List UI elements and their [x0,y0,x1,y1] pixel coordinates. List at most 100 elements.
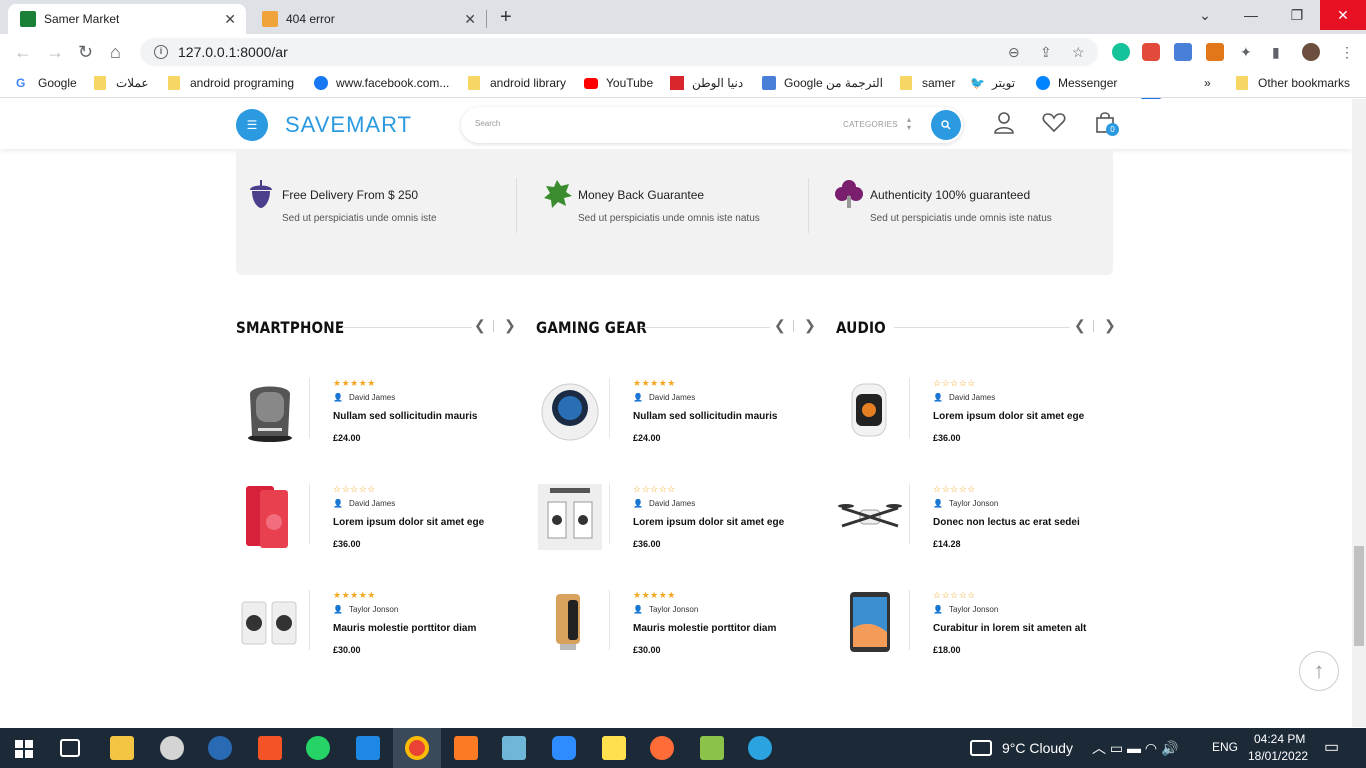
user-account-icon[interactable] [993,111,1015,135]
carousel-prev-icon[interactable]: ❮ [474,317,486,334]
forward-icon[interactable]: → [46,42,64,63]
telegram-icon[interactable] [748,736,772,760]
side-panel-icon[interactable]: ▮ [1272,44,1280,61]
profile-avatar[interactable] [1302,43,1320,61]
speed-extension-icon[interactable] [1142,43,1160,61]
weather-text[interactable]: 9°C Cloudy [1002,740,1073,756]
product-item[interactable]: ★★★★★ 👤 Taylor Jonson Mauris molestie portt… [536,588,814,668]
bookmarks-overflow-icon[interactable]: » [1204,76,1211,90]
product-name[interactable]: Curabitur in lorem sit ameten alt [933,623,1086,634]
bookmark-youtube[interactable]: YouTube [584,76,653,90]
close-tab-icon[interactable]: ✕ [464,11,476,28]
scroll-to-top-button[interactable]: ↑ [1299,651,1339,691]
product-image[interactable] [538,482,602,552]
chrome-icon[interactable] [405,736,429,760]
restore-button[interactable]: ❐ [1274,0,1320,30]
share-icon[interactable]: ⇪ [1040,44,1052,61]
language-indicator[interactable]: ENG [1212,740,1238,754]
store-icon[interactable] [258,736,282,760]
product-image[interactable] [238,376,302,446]
windows-start-icon[interactable] [15,740,33,758]
wishlist-heart-icon[interactable] [1042,111,1066,133]
extensions-puzzle-icon[interactable]: ✦ [1240,44,1252,61]
menu-kebab-icon[interactable]: ⋮ [1340,44,1354,61]
bookmark-google[interactable]: G Google [16,76,77,90]
carousel-next-icon[interactable]: ❯ [1104,317,1116,334]
bookmark-folder[interactable]: android programing [168,76,294,90]
site-logo[interactable]: SAVEMART [285,112,412,138]
close-window-button[interactable]: ✕ [1320,0,1366,30]
zoom-icon[interactable]: ⊖ [1008,44,1020,61]
sticky-notes-icon[interactable] [602,736,626,760]
clock-time[interactable]: 04:24 PM [1254,732,1305,746]
product-item[interactable]: ☆☆☆☆☆ 👤 Taylor Jonson Donec non lectus ac e… [836,482,1114,562]
close-tab-icon[interactable]: ✕ [224,11,236,28]
tab-404-error[interactable]: 404 error ✕ [250,4,486,34]
bookmark-donia-alwatan[interactable]: دنيا الوطن [670,76,743,90]
bookmark-messenger[interactable]: Messenger [1036,76,1117,90]
product-image[interactable] [238,588,302,658]
zoom-icon[interactable] [552,736,576,760]
vscode-icon[interactable] [356,736,380,760]
product-image[interactable] [838,588,902,658]
product-image[interactable] [238,482,302,552]
file-explorer-icon[interactable] [110,736,134,760]
carousel-prev-icon[interactable]: ❮ [1074,317,1086,334]
bookmark-twitter[interactable]: 🐦 تويتر [970,76,1015,90]
paint-icon[interactable] [160,736,184,760]
bookmark-folder[interactable]: عملات [94,76,149,90]
product-item[interactable]: ★★★★★ 👤 David James Nullam sed sollicitudin… [236,376,514,456]
metamask-extension-icon[interactable] [1206,43,1224,61]
bookmark-folder[interactable]: samer [900,76,955,90]
product-item[interactable]: ☆☆☆☆☆ 👤 David James Lorem ipsum dolor sit a… [236,482,514,562]
product-item[interactable]: ☆☆☆☆☆ 👤 David James Lorem ipsum dolor sit a… [536,482,814,562]
task-view-icon[interactable] [60,739,80,757]
categories-select[interactable]: CATEGORIES [843,120,898,129]
translate-extension-icon[interactable] [1174,43,1192,61]
bookmark-star-icon[interactable]: ☆ [1072,44,1085,61]
bookmark-google-translate[interactable]: Google الترجمة من [762,76,883,90]
tab-samer-market[interactable]: Samer Market ✕ [8,4,246,34]
product-item[interactable]: ★★★★★ 👤 David James Nullam sed sollicitudin… [536,376,814,456]
product-image[interactable] [838,482,902,552]
product-image[interactable] [838,376,902,446]
back-icon[interactable]: ← [14,42,32,63]
app-icon[interactable] [208,736,232,760]
clock-date[interactable]: 18/01/2022 [1248,749,1308,763]
app-icon[interactable] [700,736,724,760]
reload-icon[interactable]: ↻ [78,42,93,63]
page-scrollbar[interactable] [1352,99,1366,727]
notifications-icon[interactable]: ▭ [1324,737,1339,757]
product-name[interactable]: Nullam sed sollicitudin mauris [633,411,777,422]
carousel-next-icon[interactable]: ❯ [804,317,816,334]
whatsapp-icon[interactable] [306,736,330,760]
search-button[interactable] [931,110,961,140]
product-item[interactable]: ☆☆☆☆☆ 👤 Taylor Jonson Curabitur in lorem si… [836,588,1114,668]
app-icon[interactable] [502,736,526,760]
grammarly-extension-icon[interactable] [1112,43,1130,61]
product-image[interactable] [538,376,602,446]
carousel-prev-icon[interactable]: ❮ [774,317,786,334]
new-tab-button[interactable]: + [500,6,512,29]
product-name[interactable]: Mauris molestie porttitor diam [633,623,776,634]
product-item[interactable]: ☆☆☆☆☆ 👤 David James Lorem ipsum dolor sit a… [836,376,1114,456]
product-name[interactable]: Donec non lectus ac erat sedei [933,517,1080,528]
minimize-button[interactable]: — [1228,0,1274,30]
product-name[interactable]: Mauris molestie porttitor diam [333,623,476,634]
xampp-icon[interactable] [454,736,478,760]
bookmark-folder[interactable]: android library [468,76,566,90]
site-info-icon[interactable]: i [154,45,168,59]
scrollbar-thumb[interactable] [1354,546,1364,646]
home-icon[interactable]: ⌂ [110,42,121,63]
postman-icon[interactable] [650,736,674,760]
product-name[interactable]: Lorem ipsum dolor sit amet ege [333,517,484,528]
search-input[interactable]: Search [475,119,500,128]
product-image[interactable] [538,588,602,658]
address-bar[interactable]: i 127.0.0.1:8000/ar [140,38,1098,66]
hamburger-menu-button[interactable]: ☰ [236,109,268,141]
tab-search-icon[interactable]: ⌄ [1182,0,1228,30]
bookmark-facebook[interactable]: www.facebook.com... [314,76,449,90]
product-name[interactable]: Lorem ipsum dolor sit amet ege [933,411,1084,422]
product-name[interactable]: Nullam sed sollicitudin mauris [333,411,477,422]
other-bookmarks[interactable]: Other bookmarks [1236,76,1350,90]
